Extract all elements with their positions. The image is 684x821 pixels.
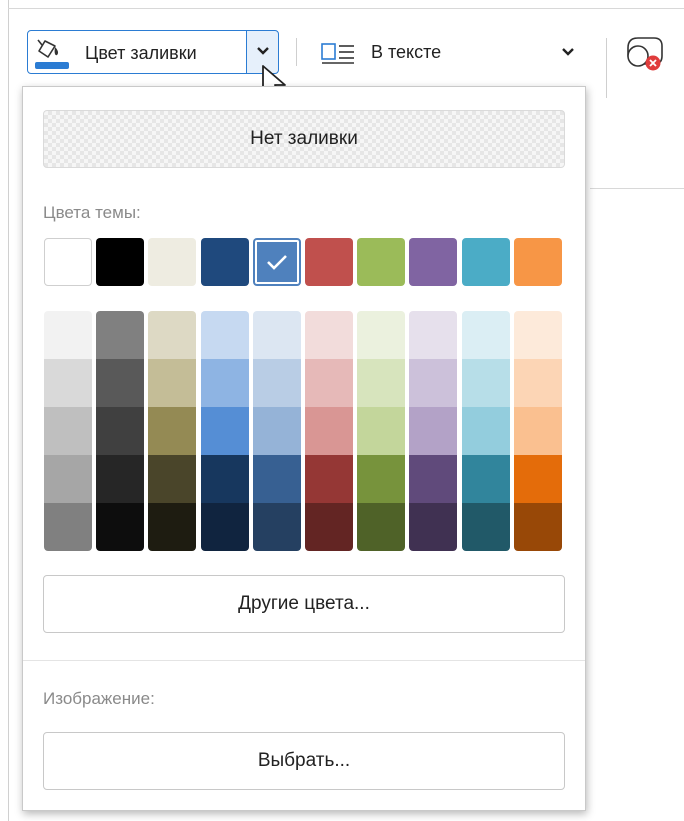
color-shade-swatch[interactable] <box>148 455 196 503</box>
color-shade-swatch[interactable] <box>357 503 405 551</box>
color-shade-swatch[interactable] <box>409 359 457 407</box>
color-shade-swatch[interactable] <box>44 503 92 551</box>
color-shade-swatch[interactable] <box>201 503 249 551</box>
color-shade-swatch[interactable] <box>409 311 457 359</box>
color-shade-swatch[interactable] <box>514 359 562 407</box>
color-shade-swatch[interactable] <box>409 455 457 503</box>
fill-color-indicator <box>35 62 69 69</box>
color-swatch-blue[interactable] <box>253 238 301 286</box>
theme-colors-label: Цвета темы: <box>43 203 141 222</box>
color-shade-swatch[interactable] <box>462 311 510 359</box>
ribbon-bottom-line <box>590 188 684 189</box>
color-shade-swatch[interactable] <box>357 311 405 359</box>
shade-column <box>253 311 301 551</box>
choose-image-button[interactable]: Выбрать... <box>43 732 565 790</box>
color-shade-swatch[interactable] <box>409 503 457 551</box>
color-shade-swatch[interactable] <box>253 455 301 503</box>
shade-column <box>357 311 405 551</box>
shade-column <box>44 311 92 551</box>
color-swatch-black[interactable] <box>96 238 144 286</box>
color-shade-swatch[interactable] <box>253 311 301 359</box>
page-border <box>8 0 9 821</box>
color-shade-swatch[interactable] <box>514 503 562 551</box>
color-shade-swatch[interactable] <box>201 455 249 503</box>
paint-bucket-icon <box>34 37 70 71</box>
more-colors-button[interactable]: Другие цвета... <box>43 575 565 633</box>
color-swatch-aqua[interactable] <box>462 238 510 286</box>
text-wrap-label: В тексте <box>371 42 442 62</box>
color-shade-swatch[interactable] <box>357 455 405 503</box>
color-swatch-olive-green[interactable] <box>357 238 405 286</box>
color-shade-swatch[interactable] <box>201 359 249 407</box>
shade-column <box>96 311 144 551</box>
shade-column <box>409 311 457 551</box>
shade-column <box>201 311 249 551</box>
color-shade-swatch[interactable] <box>305 503 353 551</box>
fill-color-split-button[interactable]: Цвет заливки <box>27 30 279 76</box>
color-swatch-dark-blue[interactable] <box>201 238 249 286</box>
color-shade-swatch[interactable] <box>305 407 353 455</box>
text-wrap-inline-icon <box>321 40 355 69</box>
text-wrap-dropdown[interactable]: В тексте <box>318 30 590 74</box>
shade-column <box>462 311 510 551</box>
color-shade-swatch[interactable] <box>462 455 510 503</box>
shade-column <box>514 311 562 551</box>
color-shade-swatch[interactable] <box>305 455 353 503</box>
shade-column <box>305 311 353 551</box>
color-shade-swatch[interactable] <box>253 407 301 455</box>
color-shade-swatch[interactable] <box>44 311 92 359</box>
color-shade-swatch[interactable] <box>44 359 92 407</box>
image-label: Изображение: <box>43 689 155 708</box>
shade-column <box>148 311 196 551</box>
color-shade-swatch[interactable] <box>357 407 405 455</box>
theme-colors-row <box>44 238 565 288</box>
toolbar-divider <box>606 38 607 98</box>
color-shade-swatch[interactable] <box>96 359 144 407</box>
color-shade-swatch[interactable] <box>514 407 562 455</box>
color-shade-swatch[interactable] <box>148 503 196 551</box>
panel-divider <box>23 660 585 661</box>
chevron-down-icon <box>561 44 575 62</box>
color-shade-swatch[interactable] <box>96 503 144 551</box>
color-swatch-orange[interactable] <box>514 238 562 286</box>
color-shade-swatch[interactable] <box>253 503 301 551</box>
color-swatch-red[interactable] <box>305 238 353 286</box>
color-shade-swatch[interactable] <box>201 311 249 359</box>
fill-color-button[interactable]: Цвет заливки <box>27 30 247 74</box>
color-shade-swatch[interactable] <box>462 503 510 551</box>
color-shade-swatch[interactable] <box>96 407 144 455</box>
color-shade-swatch[interactable] <box>462 407 510 455</box>
no-fill-button[interactable]: Нет заливки <box>43 110 565 168</box>
page-border-top <box>8 8 684 9</box>
color-shade-swatch[interactable] <box>96 311 144 359</box>
color-shade-swatch[interactable] <box>357 359 405 407</box>
color-shade-swatch[interactable] <box>201 407 249 455</box>
color-shade-swatch[interactable] <box>514 455 562 503</box>
color-swatch-purple[interactable] <box>409 238 457 286</box>
chevron-down-icon <box>256 43 270 61</box>
color-shade-swatch[interactable] <box>148 407 196 455</box>
color-shade-swatch[interactable] <box>462 359 510 407</box>
color-shade-swatch[interactable] <box>96 455 144 503</box>
color-shade-swatch[interactable] <box>44 407 92 455</box>
color-shade-swatch[interactable] <box>409 407 457 455</box>
shape-remove-icon[interactable] <box>624 34 668 79</box>
checkmark-icon <box>267 255 287 270</box>
fill-color-dropdown-panel: Нет заливки Цвета темы: Другие цвета... … <box>22 86 586 811</box>
color-shade-swatch[interactable] <box>253 359 301 407</box>
color-swatch-white[interactable] <box>44 238 92 286</box>
color-shade-swatch[interactable] <box>514 311 562 359</box>
color-shade-swatch[interactable] <box>305 359 353 407</box>
color-shade-swatch[interactable] <box>44 455 92 503</box>
color-shade-swatch[interactable] <box>148 359 196 407</box>
color-shade-swatch[interactable] <box>148 311 196 359</box>
color-shade-swatch[interactable] <box>305 311 353 359</box>
toolbar-divider <box>296 38 297 66</box>
fill-color-label: Цвет заливки <box>85 43 197 63</box>
color-swatch-beige[interactable] <box>148 238 196 286</box>
